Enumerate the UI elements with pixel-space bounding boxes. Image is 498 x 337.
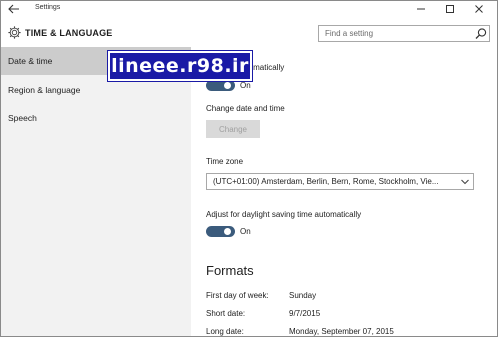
toggle-knob xyxy=(224,82,231,89)
change-button[interactable]: Change xyxy=(206,120,260,138)
maximize-icon xyxy=(446,5,454,13)
sidebar-item-speech[interactable]: Speech xyxy=(1,104,191,132)
daylight-saving-state: On xyxy=(240,227,251,236)
close-button[interactable] xyxy=(468,1,490,17)
search-input[interactable] xyxy=(319,26,469,41)
sidebar: Date & time Region & language Speech xyxy=(1,47,191,336)
main-content: Set time automatically On Change date an… xyxy=(191,47,497,336)
close-icon xyxy=(475,5,483,13)
back-arrow-icon xyxy=(8,4,19,14)
toggle-knob xyxy=(224,228,231,235)
minimize-button[interactable] xyxy=(410,1,432,17)
long-date-label: Long date: xyxy=(206,327,244,336)
minimize-icon xyxy=(417,8,425,10)
sidebar-item-label: Speech xyxy=(8,113,37,123)
first-day-of-week-label: First day of week: xyxy=(206,291,269,300)
title-bar: Settings xyxy=(1,1,497,17)
back-button[interactable] xyxy=(7,3,21,15)
time-zone-label: Time zone xyxy=(206,157,244,166)
sidebar-item-label: Region & language xyxy=(8,85,81,95)
daylight-saving-label: Adjust for daylight saving time automati… xyxy=(206,210,362,219)
daylight-saving-toggle[interactable] xyxy=(206,226,235,237)
long-date-value: Monday, September 07, 2015 xyxy=(289,327,394,336)
time-zone-dropdown[interactable]: (UTC+01:00) Amsterdam, Berlin, Bern, Rom… xyxy=(206,173,474,190)
change-date-time-label: Change date and time xyxy=(206,104,285,113)
search-box[interactable] xyxy=(318,25,490,42)
time-zone-value: (UTC+01:00) Amsterdam, Berlin, Bern, Rom… xyxy=(213,177,439,186)
short-date-value: 9/7/2015 xyxy=(289,309,321,318)
first-day-of-week-value: Sunday xyxy=(289,291,317,300)
settings-window: Settings TIME & LANGUAGE Date & time xyxy=(0,0,498,337)
maximize-button[interactable] xyxy=(439,1,461,17)
window-title: Settings xyxy=(35,4,61,11)
set-time-automatically-toggle[interactable] xyxy=(206,80,235,91)
sidebar-item-label: Date & time xyxy=(8,56,53,66)
formats-heading: Formats xyxy=(206,263,254,278)
short-date-label: Short date: xyxy=(206,309,246,318)
watermark-logo: lineee.r98.ir xyxy=(108,51,252,81)
section-title: TIME & LANGUAGE xyxy=(25,28,113,38)
search-icon[interactable] xyxy=(474,27,488,40)
watermark-text: lineee.r98.ir xyxy=(111,55,249,77)
settings-header: TIME & LANGUAGE xyxy=(1,17,497,47)
gear-icon xyxy=(8,26,21,39)
set-time-automatically-state: On xyxy=(240,81,251,90)
chevron-down-icon xyxy=(461,179,469,185)
